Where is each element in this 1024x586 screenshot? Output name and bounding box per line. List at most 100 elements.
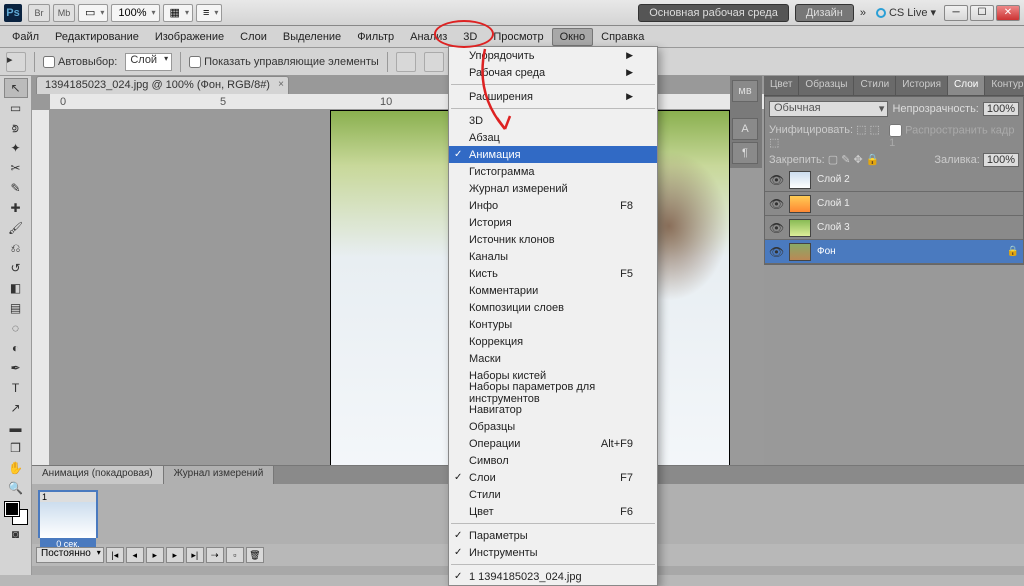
gradient-tool-icon[interactable]: ▤: [4, 298, 28, 318]
zoom-tool-icon[interactable]: 🔍: [4, 478, 28, 498]
menu-help[interactable]: Справка: [593, 28, 652, 46]
crop-tool-icon[interactable]: ✂: [4, 158, 28, 178]
maximize-button[interactable]: ☐: [970, 5, 994, 21]
menu-navigator[interactable]: Навигатор: [449, 401, 657, 418]
menu-animation[interactable]: ✓Анимация: [449, 146, 657, 163]
screen-mode-combo[interactable]: ▭: [78, 4, 108, 22]
tab-color[interactable]: Цвет: [764, 76, 799, 95]
menu-adjustments[interactable]: Коррекция: [449, 333, 657, 350]
move-tool-preset-icon[interactable]: ▸: [6, 52, 26, 72]
menu-history-panel[interactable]: История: [449, 214, 657, 231]
menu-edit[interactable]: Редактирование: [47, 28, 147, 46]
menu-histogram[interactable]: Гистограмма: [449, 163, 657, 180]
menu-layers-panel[interactable]: ✓СлоиF7: [449, 469, 657, 486]
menu-arrange[interactable]: Упорядочить▶: [449, 47, 657, 64]
ps-logo-icon[interactable]: Ps: [4, 4, 22, 22]
menu-paragraph[interactable]: Абзац: [449, 129, 657, 146]
workspace-main-button[interactable]: Основная рабочая среда: [638, 4, 789, 22]
fg-color-icon[interactable]: [5, 502, 19, 516]
menu-contours[interactable]: Контуры: [449, 316, 657, 333]
menu-doc-1[interactable]: ✓1 1394185023_024.jpg: [449, 568, 657, 585]
document-tab[interactable]: 1394185023_024.jpg @ 100% (Фон, RGB/8#)×: [36, 76, 289, 94]
menu-tool-presets[interactable]: Наборы параметров для инструментов: [449, 384, 657, 401]
menu-layer[interactable]: Слои: [232, 28, 275, 46]
menu-extensions[interactable]: Расширения▶: [449, 88, 657, 105]
menu-symbol[interactable]: Символ: [449, 452, 657, 469]
heal-tool-icon[interactable]: ✚: [4, 198, 28, 218]
character-dock-icon[interactable]: A: [732, 118, 758, 140]
autoselect-checkbox[interactable]: [43, 56, 55, 68]
last-frame-button[interactable]: ▸|: [186, 547, 204, 563]
menu-actions[interactable]: ОперацииAlt+F9: [449, 435, 657, 452]
menu-options[interactable]: ✓Параметры: [449, 527, 657, 544]
arrange-combo[interactable]: ▦: [163, 4, 193, 22]
loop-combo[interactable]: Постоянно: [36, 547, 104, 563]
minibridge-icon[interactable]: Mb: [53, 4, 75, 22]
eraser-tool-icon[interactable]: ◧: [4, 278, 28, 298]
menu-measurement-log[interactable]: Журнал измерений: [449, 180, 657, 197]
menu-styles[interactable]: Стили: [449, 486, 657, 503]
eye-icon[interactable]: 👁: [769, 221, 783, 235]
menu-masks[interactable]: Маски: [449, 350, 657, 367]
prev-frame-button[interactable]: ◂: [126, 547, 144, 563]
opacity-value[interactable]: 100%: [983, 102, 1019, 116]
tab-measurement-log[interactable]: Журнал измерений: [164, 466, 275, 484]
menu-file[interactable]: Файл: [4, 28, 47, 46]
dodge-tool-icon[interactable]: ◐: [4, 338, 28, 358]
workspace-more[interactable]: »: [860, 7, 866, 19]
delete-frame-button[interactable]: 🗑: [246, 547, 264, 563]
paragraph-dock-icon[interactable]: ¶: [732, 142, 758, 164]
bridge-icon[interactable]: Br: [28, 4, 50, 22]
next-frame-button[interactable]: ▸: [166, 547, 184, 563]
menu-select[interactable]: Выделение: [275, 28, 349, 46]
menu-view[interactable]: Просмотр: [485, 28, 551, 46]
extras-combo[interactable]: ≡: [196, 4, 222, 22]
layer-row[interactable]: 👁Слой 2: [765, 168, 1023, 192]
tab-close-icon[interactable]: ×: [278, 79, 284, 90]
menu-workspace[interactable]: Рабочая среда▶: [449, 64, 657, 81]
color-swatch[interactable]: [5, 502, 27, 524]
move-tool-icon[interactable]: ↖: [4, 78, 28, 98]
stamp-tool-icon[interactable]: ⎌: [4, 238, 28, 258]
align-2-icon[interactable]: [424, 52, 444, 72]
fill-value[interactable]: 100%: [983, 153, 1019, 167]
wand-tool-icon[interactable]: ✦: [4, 138, 28, 158]
tab-layers[interactable]: Слои: [948, 76, 985, 95]
tween-button[interactable]: ⇢: [206, 547, 224, 563]
layer-thumb[interactable]: [789, 171, 811, 189]
menu-color-panel[interactable]: ЦветF6: [449, 503, 657, 520]
duplicate-frame-button[interactable]: ▫: [226, 547, 244, 563]
eyedropper-tool-icon[interactable]: ✎: [4, 178, 28, 198]
pen-tool-icon[interactable]: ✒: [4, 358, 28, 378]
quickmask-icon[interactable]: ◙: [4, 524, 28, 544]
layer-row[interactable]: 👁Слой 1: [765, 192, 1023, 216]
cslive-button[interactable]: CS Live▾: [876, 6, 936, 19]
menu-3d-panel[interactable]: 3D: [449, 112, 657, 129]
menu-clone-source[interactable]: Источник клонов: [449, 231, 657, 248]
tab-contours[interactable]: Контуры: [985, 76, 1024, 95]
autoselect-combo[interactable]: Слой: [125, 53, 172, 71]
3d-tool-icon[interactable]: ❒: [4, 438, 28, 458]
eye-icon[interactable]: 👁: [769, 173, 783, 187]
layer-row[interactable]: 👁Фон🔒: [765, 240, 1023, 264]
menu-image[interactable]: Изображение: [147, 28, 232, 46]
menu-analysis[interactable]: Анализ: [402, 28, 455, 46]
zoom-combo[interactable]: 100%: [111, 4, 159, 22]
menu-channels[interactable]: Каналы: [449, 248, 657, 265]
animation-frame[interactable]: 1 0 сек.: [38, 490, 98, 538]
menu-brush[interactable]: КистьF5: [449, 265, 657, 282]
minimize-button[interactable]: ─: [944, 5, 968, 21]
close-button[interactable]: ✕: [996, 5, 1020, 21]
tab-animation[interactable]: Анимация (покадровая): [32, 466, 164, 484]
first-frame-button[interactable]: |◂: [106, 547, 124, 563]
eye-icon[interactable]: 👁: [769, 197, 783, 211]
menu-layer-comps[interactable]: Композиции слоев: [449, 299, 657, 316]
history-brush-tool-icon[interactable]: ↺: [4, 258, 28, 278]
workspace-design-button[interactable]: Дизайн: [795, 4, 854, 22]
menu-swatches[interactable]: Образцы: [449, 418, 657, 435]
type-tool-icon[interactable]: T: [4, 378, 28, 398]
play-button[interactable]: ▸: [146, 547, 164, 563]
layer-thumb[interactable]: [789, 219, 811, 237]
menu-tools[interactable]: ✓Инструменты: [449, 544, 657, 561]
layer-thumb[interactable]: [789, 195, 811, 213]
